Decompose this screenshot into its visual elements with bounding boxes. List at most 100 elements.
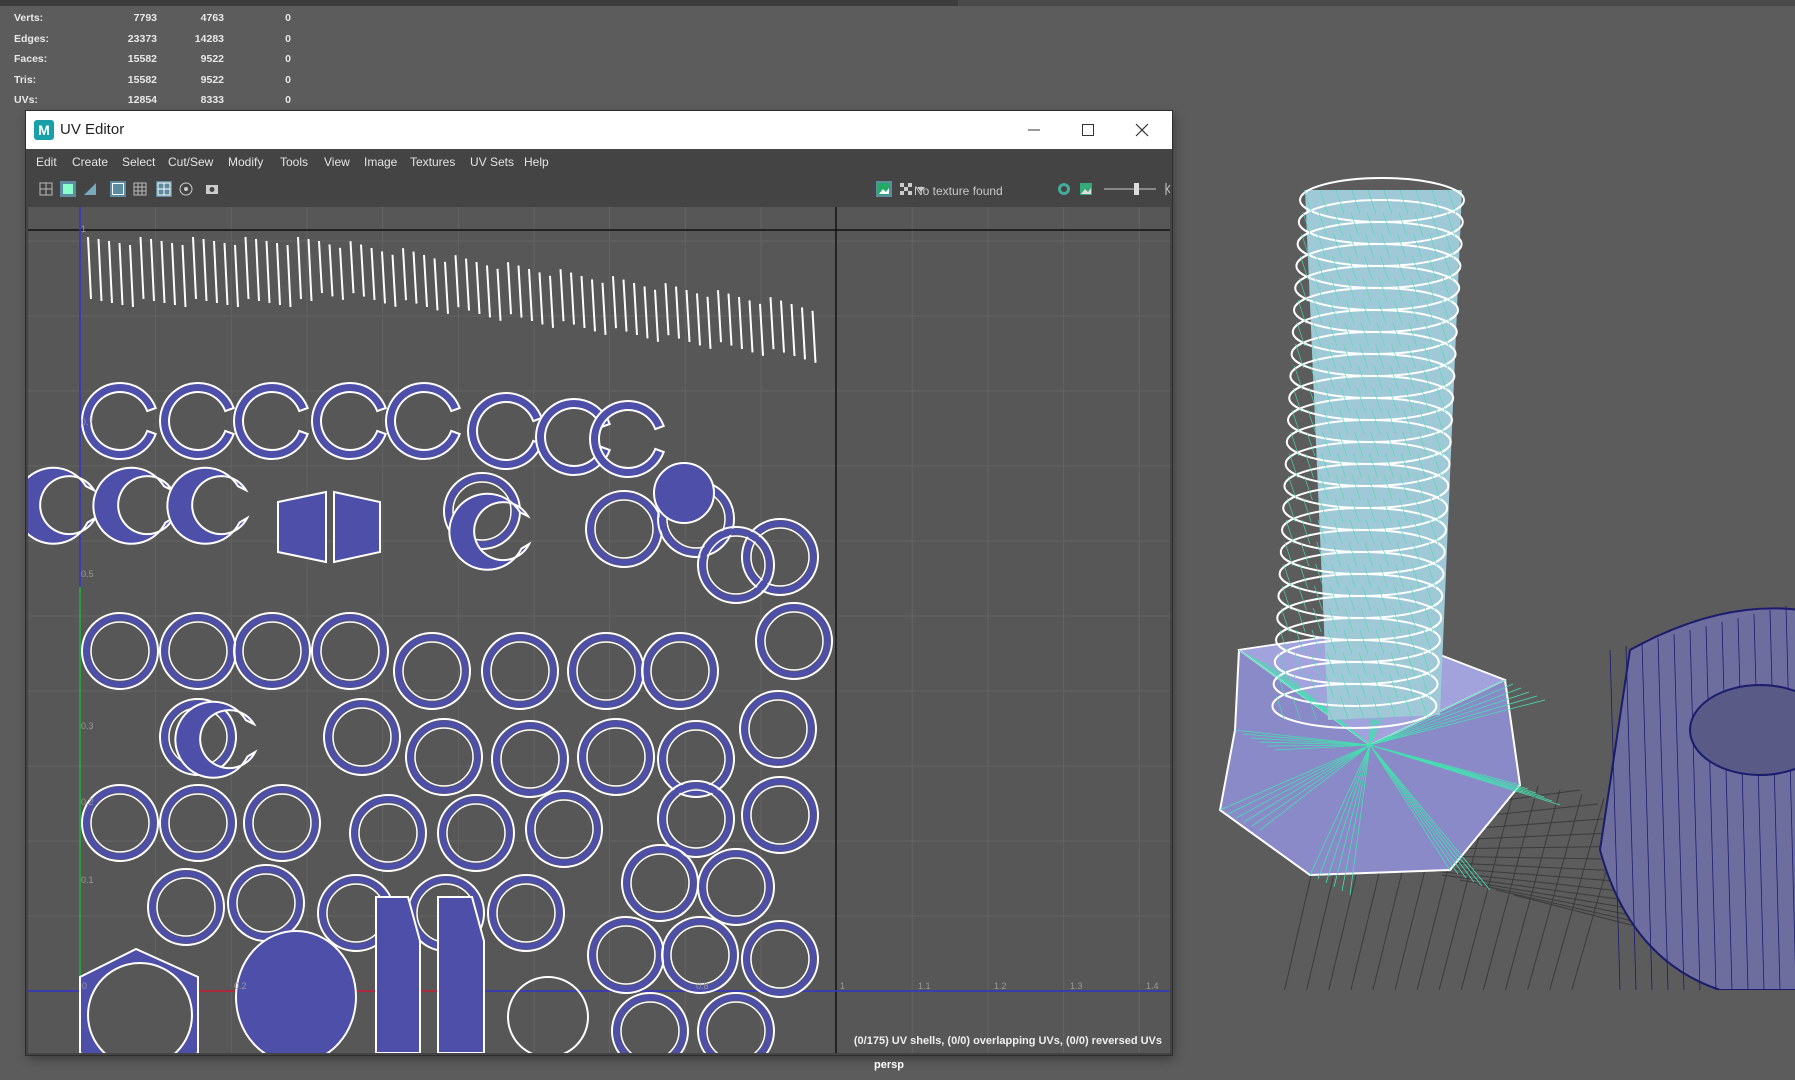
- uv-ring-inner: [750, 527, 810, 587]
- uv-ring-fill: [569, 634, 643, 708]
- thread-strip: [465, 258, 470, 311]
- uv-ring-outer: [567, 632, 645, 710]
- menu-uv-sets[interactable]: UV Sets: [470, 155, 514, 169]
- uv-ring-inner: [446, 803, 506, 863]
- grid-display-icon[interactable]: [132, 181, 148, 197]
- image-gamma-icon[interactable]: [1078, 181, 1094, 197]
- uv-ring-outer: [697, 526, 775, 604]
- uv-ring-outer: [741, 920, 819, 998]
- menu-modify[interactable]: Modify: [228, 155, 263, 169]
- 3d-scene[interactable]: [1160, 130, 1795, 990]
- uv-ring-outer: [147, 868, 225, 946]
- uv-ring-inner: [594, 499, 654, 559]
- tick-u: 1.2: [994, 981, 1007, 991]
- uv-ring-inner: [496, 883, 556, 943]
- uv-ring-inner: [748, 699, 808, 759]
- menu-cut-sew[interactable]: Cut/Sew: [168, 155, 213, 169]
- snap-grid-icon[interactable]: [156, 181, 172, 197]
- menu-view[interactable]: View: [324, 155, 350, 169]
- tick-u: 0.8: [696, 981, 709, 991]
- uv-ring-outer: [641, 632, 719, 710]
- maximize-button[interactable]: [1062, 111, 1114, 149]
- bolt-shaft[interactable]: [1271, 177, 1465, 729]
- tick-v: 1: [81, 224, 86, 234]
- uv-ring-shell: [641, 632, 719, 710]
- menu-create[interactable]: Create: [72, 155, 108, 169]
- uv-ring-shell: [621, 844, 699, 922]
- checker-icon[interactable]: [898, 181, 914, 197]
- uv-ring-outer: [755, 602, 833, 680]
- thread-strip: [202, 238, 208, 302]
- thread-strip: [507, 262, 512, 315]
- hud-b: 14283: [194, 32, 224, 45]
- uv-ring-fill: [659, 722, 733, 796]
- hud-c: 0: [285, 94, 291, 107]
- thread-strip: [87, 236, 92, 300]
- uv-ring-fill: [83, 614, 157, 688]
- uv-ring-outer: [491, 720, 569, 798]
- uv-ring-shell: [739, 690, 817, 768]
- thread-strip: [244, 236, 250, 300]
- uv-ring-fill: [351, 796, 425, 870]
- menu-help[interactable]: Help: [524, 155, 549, 169]
- shaded-uv-icon[interactable]: [60, 181, 76, 197]
- menu-edit[interactable]: Edit: [36, 155, 57, 169]
- uv-ring-shell: [385, 382, 461, 460]
- thread-strip: [612, 276, 617, 329]
- uv-ring-outer: [349, 794, 427, 872]
- tick-u: 1.3: [1070, 981, 1083, 991]
- thread-strip: [580, 275, 586, 329]
- uv-border-icon[interactable]: [110, 181, 126, 197]
- uv-ring-shell: [567, 632, 645, 710]
- uv-ring-inner: [320, 621, 380, 681]
- thread-strip: [801, 307, 806, 360]
- thread-strip: [706, 296, 712, 349]
- menu-textures[interactable]: Textures: [410, 155, 455, 169]
- uv-ring-outer: [323, 698, 401, 776]
- uv-ring-inner: [666, 789, 726, 849]
- uv-ring-shell: [577, 718, 655, 796]
- uv-toggle-icon[interactable]: [38, 181, 54, 197]
- thread-strip: [622, 279, 628, 332]
- uv-canvas[interactable]: 1 0.7 0.5 0.3 0.2 0.1 0 0.2 0.8 1 1.1 1.2 1.3 1.4: [28, 207, 1170, 1053]
- uv-ring-outer: [577, 718, 655, 796]
- menu-image[interactable]: Image: [364, 155, 397, 169]
- display-image-icon[interactable]: [876, 181, 892, 197]
- thread-strip: [517, 265, 523, 318]
- uv-shells[interactable]: [28, 236, 833, 1053]
- thread-strip: [402, 248, 407, 301]
- hex-nut[interactable]: [1598, 605, 1795, 990]
- uv-ring-fill: [743, 778, 817, 852]
- uv-ring-inner: [252, 793, 312, 853]
- uv-ring-fill: [757, 604, 831, 678]
- uv-ring-fill: [699, 528, 773, 602]
- pivot-icon[interactable]: [178, 181, 194, 197]
- uv-ring-fill: [149, 870, 223, 944]
- uv-ring-shell: [159, 784, 237, 862]
- thread-strip: [738, 296, 743, 350]
- color-management-icon[interactable]: [1056, 181, 1072, 197]
- minimize-button[interactable]: [1008, 111, 1060, 149]
- tick-v: 0.2: [81, 797, 94, 807]
- title-bar[interactable]: M UV Editor: [26, 111, 1172, 149]
- thread-strip: [727, 293, 733, 346]
- hud-b: 4763: [200, 12, 224, 25]
- snapshot-icon[interactable]: [204, 181, 220, 197]
- hud-c: 0: [285, 12, 291, 25]
- exposure-slider[interactable]: [1102, 181, 1158, 197]
- hud-c: 0: [285, 73, 291, 86]
- uv-distortion-icon[interactable]: [82, 181, 98, 197]
- uv-viewport[interactable]: 1 0.7 0.5 0.3 0.2 0.1 0 0.2 0.8 1 1.1 1.2 1.3 1.4 (0/…: [28, 207, 1170, 1053]
- uv-editor-window[interactable]: M UV Editor Edit Create Select Cut/Sew M…: [26, 111, 1172, 1055]
- uv-ring-fill: [493, 722, 567, 796]
- uv-ring-outer: [525, 790, 603, 868]
- uv-ring-shell: [166, 466, 250, 545]
- nut-side-shell: [375, 896, 421, 1053]
- uv-ring-fill: [235, 614, 309, 688]
- menu-select[interactable]: Select: [122, 155, 155, 169]
- hud-label: UVs:: [14, 94, 38, 107]
- thread-strip: [412, 251, 418, 304]
- hud-b: 8333: [200, 94, 224, 107]
- menu-tools[interactable]: Tools: [280, 155, 308, 169]
- thread-strip: [171, 242, 176, 306]
